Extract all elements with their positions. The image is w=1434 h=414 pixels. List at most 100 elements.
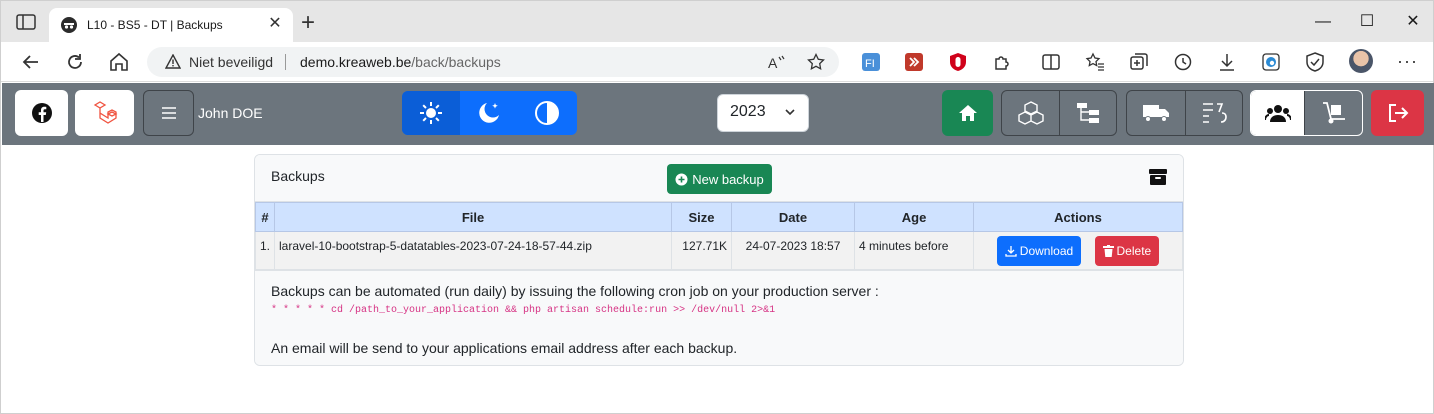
- sidebar-toggle-button[interactable]: [143, 90, 194, 136]
- logout-button[interactable]: [1371, 90, 1424, 136]
- edge-extension-icon[interactable]: [1261, 52, 1281, 72]
- tab-actions-icon[interactable]: [15, 13, 37, 31]
- chevron-down-icon: [785, 109, 795, 116]
- row-date: 24-07-2023 18:57: [731, 231, 856, 270]
- home-icon[interactable]: [108, 51, 130, 73]
- email-info-text: An email will be send to your applicatio…: [271, 340, 738, 356]
- column-header-actions: Actions: [973, 202, 1183, 232]
- browser-window: L10 - BS5 - DT | Backups ✕ + — ☐ ✕ Niet …: [0, 0, 1434, 414]
- back-arrow-icon[interactable]: [20, 51, 42, 73]
- users-icon: [1264, 105, 1291, 122]
- maximize-icon[interactable]: ☐: [1351, 9, 1383, 35]
- trash-icon: [1102, 245, 1114, 257]
- truck-icon: [1143, 105, 1169, 122]
- nav-group-3: [1250, 90, 1363, 136]
- download-button[interactable]: Download: [996, 236, 1082, 266]
- svg-text:FI: FI: [865, 58, 875, 70]
- nav-group-2: [1126, 90, 1243, 136]
- facebook-icon: [31, 103, 52, 123]
- address-bar[interactable]: Niet beveiligd demo.kreaweb.be/back/back…: [147, 47, 839, 77]
- plus-circle-icon: [675, 173, 688, 185]
- table-row: 1. laravel-10-bootstrap-5-datatables-202…: [255, 231, 1183, 270]
- favorite-star-icon[interactable]: [807, 53, 825, 71]
- row-file: laravel-10-bootstrap-5-datatables-2023-0…: [274, 231, 673, 270]
- download-icon: [1005, 246, 1017, 257]
- column-header-size[interactable]: Size: [671, 202, 733, 232]
- read-aloud-icon[interactable]: A: [767, 53, 787, 71]
- sort-button[interactable]: [1185, 91, 1242, 135]
- downloads-icon[interactable]: [1217, 52, 1237, 72]
- spy-favicon-icon: [61, 17, 77, 33]
- facebook-button[interactable]: [15, 90, 68, 136]
- column-header-file[interactable]: File: [274, 202, 673, 232]
- new-tab-icon[interactable]: +: [297, 11, 319, 35]
- row-actions: Download Delete: [973, 231, 1183, 270]
- delete-button[interactable]: Delete: [1094, 236, 1160, 266]
- column-header-index[interactable]: #: [255, 202, 276, 232]
- user-name[interactable]: John DOE: [198, 105, 263, 121]
- hamburger-icon: [161, 107, 176, 119]
- automation-info-text: Backups can be automated (run daily) by …: [271, 283, 879, 299]
- url-text[interactable]: demo.kreaweb.be/back/backups: [300, 54, 501, 70]
- close-window-icon[interactable]: ✕: [1397, 9, 1429, 35]
- split-screen-icon[interactable]: [1041, 52, 1061, 72]
- tab-title: L10 - BS5 - DT | Backups: [87, 18, 223, 32]
- browser-essentials-icon[interactable]: [1305, 52, 1325, 72]
- theme-auto-button[interactable]: [518, 91, 576, 135]
- minimize-icon[interactable]: —: [1307, 9, 1339, 35]
- extension-shield-icon[interactable]: [948, 52, 968, 72]
- card-footer: Backups can be automated (run daily) by …: [255, 270, 1183, 365]
- url-separator: [285, 54, 286, 70]
- dolly-button[interactable]: [1304, 91, 1362, 135]
- favorites-icon[interactable]: [1085, 52, 1105, 72]
- moon-stars-icon: [479, 103, 499, 123]
- extension-fi-icon[interactable]: FI: [861, 52, 881, 72]
- tab-close-icon[interactable]: ✕: [267, 16, 283, 32]
- column-header-age[interactable]: Age: [854, 202, 975, 232]
- sun-icon: [420, 102, 442, 124]
- extension-forward-icon[interactable]: [904, 52, 924, 72]
- refresh-icon[interactable]: [64, 51, 86, 73]
- home-button[interactable]: [942, 90, 993, 136]
- year-select[interactable]: 2023: [717, 94, 809, 132]
- archive-icon[interactable]: [1148, 168, 1168, 186]
- truck-button[interactable]: [1127, 91, 1185, 135]
- security-label[interactable]: Niet beveiligd: [189, 54, 273, 70]
- row-index: 1.: [255, 231, 276, 270]
- browser-toolbar: Niet beveiligd demo.kreaweb.be/back/back…: [1, 42, 1433, 82]
- new-backup-label: New backup: [692, 171, 764, 187]
- warning-icon[interactable]: [165, 54, 181, 70]
- table-header-row: # File Size Date Age Actions: [255, 202, 1183, 232]
- sign-out-icon: [1388, 104, 1408, 122]
- app-navbar: John DOE 2023: [2, 83, 1434, 145]
- new-backup-button[interactable]: New backup: [667, 164, 772, 194]
- profile-avatar[interactable]: [1349, 49, 1373, 73]
- theme-light-button[interactable]: [402, 91, 460, 135]
- browser-tab[interactable]: L10 - BS5 - DT | Backups ✕: [49, 8, 293, 42]
- column-header-date[interactable]: Date: [731, 202, 856, 232]
- card-header: Backups New backup: [255, 155, 1183, 202]
- house-icon: [958, 105, 977, 121]
- title-bar: L10 - BS5 - DT | Backups ✕ + — ☐ ✕: [1, 1, 1433, 42]
- extensions-puzzle-icon[interactable]: [992, 52, 1012, 72]
- download-label: Download: [1019, 244, 1074, 258]
- delete-label: Delete: [1116, 244, 1152, 258]
- users-button[interactable]: [1251, 91, 1304, 135]
- nav-group-1: [1001, 90, 1117, 136]
- row-age: 4 minutes before: [854, 231, 975, 270]
- cron-command: * * * * * cd /path_to_your_application &…: [271, 305, 776, 316]
- laravel-icon: [93, 101, 117, 124]
- collections-icon[interactable]: [1129, 52, 1149, 72]
- sort-numeric-icon: [1202, 103, 1227, 123]
- theme-switcher: [402, 91, 577, 135]
- laravel-button[interactable]: [75, 90, 134, 136]
- more-menu-icon[interactable]: ···: [1397, 51, 1418, 72]
- backups-card: Backups New backup # File Size Date Age …: [254, 154, 1184, 366]
- sitemap-icon: [1076, 103, 1099, 123]
- boxes-button[interactable]: [1002, 91, 1059, 135]
- row-size: 127.71K: [671, 231, 733, 270]
- svg-text:A: A: [768, 55, 778, 71]
- tree-button[interactable]: [1059, 91, 1116, 135]
- history-icon[interactable]: [1173, 52, 1193, 72]
- theme-dark-button[interactable]: [460, 91, 518, 135]
